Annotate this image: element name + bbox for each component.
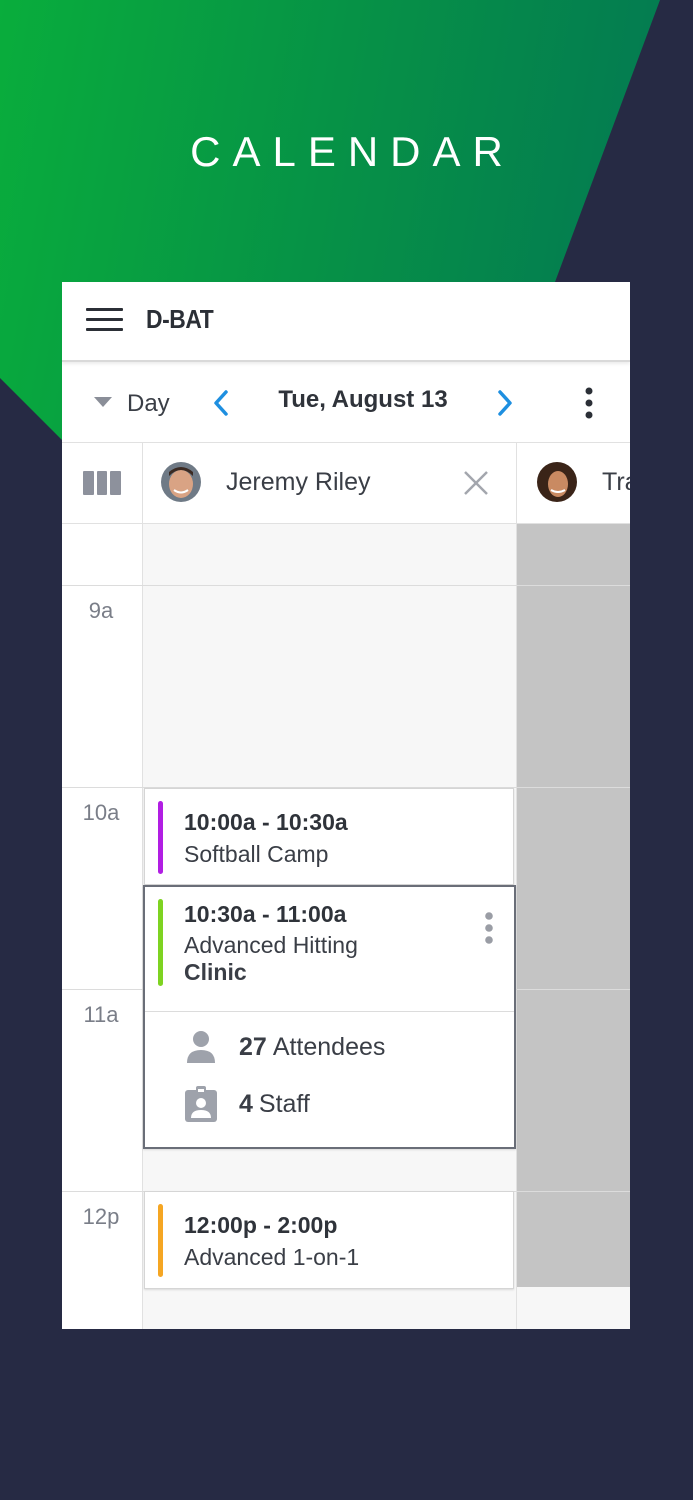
hour-label: 10a xyxy=(82,800,120,825)
more-vertical-icon[interactable] xyxy=(582,386,596,420)
close-icon[interactable] xyxy=(463,470,489,496)
event-card[interactable]: 10:00a - 10:30a Softball Camp xyxy=(144,788,514,885)
caret-down-icon xyxy=(94,397,112,407)
event-title-line2: Clinic xyxy=(184,959,247,985)
event-title: Softball Camp xyxy=(184,841,329,867)
event-title: Advanced Hitting Clinic xyxy=(184,932,358,986)
person-icon xyxy=(187,1031,215,1063)
event-color-bar xyxy=(158,801,163,874)
divider xyxy=(145,1011,514,1012)
event-title: Advanced 1-on-1 xyxy=(184,1244,360,1270)
staff-count: 4 xyxy=(239,1089,253,1118)
current-date[interactable]: Tue, August 13 xyxy=(242,386,484,414)
columns-icon[interactable] xyxy=(83,471,122,495)
staff-name: Jeremy Riley xyxy=(226,468,371,496)
event-color-bar xyxy=(158,899,163,986)
chevron-right-icon[interactable] xyxy=(492,388,516,418)
staff-row: 4 Staff xyxy=(185,1086,310,1122)
staff-column-footer xyxy=(517,1287,630,1329)
view-mode-dropdown[interactable]: Day xyxy=(94,386,170,422)
hour-label: 11a xyxy=(83,1002,119,1027)
hamburger-menu-icon[interactable] xyxy=(86,308,123,332)
attendees-label: Attendees xyxy=(272,1032,386,1061)
staff-name: Tra xyxy=(602,468,630,496)
attendees-row: 27 Attendees xyxy=(185,1029,385,1065)
staff-column-unavailable xyxy=(517,524,630,1287)
more-vertical-icon[interactable] xyxy=(484,911,494,945)
event-card[interactable]: 12:00p - 2:00p Advanced 1-on-1 xyxy=(144,1191,514,1289)
avatar xyxy=(537,462,577,502)
hero-title: CALENDAR xyxy=(190,128,515,175)
event-card-expanded[interactable]: 10:30a - 11:00a Advanced Hitting Clinic … xyxy=(143,885,516,1149)
date-toolbar: Day Tue, August 13 xyxy=(62,362,630,443)
staff-label: Staff xyxy=(258,1089,310,1118)
avatar xyxy=(161,462,201,502)
event-title-line1: Advanced Hitting xyxy=(184,932,358,958)
hour-label: 12p xyxy=(82,1204,120,1229)
day-schedule-grid: 9a 10a 11a 12p 10:00a - 10:30a Softball … xyxy=(62,524,630,1329)
badge-icon xyxy=(185,1086,217,1122)
event-color-bar xyxy=(158,1204,163,1277)
attendees-count: 27 xyxy=(239,1032,267,1061)
brand-title: D-BAT xyxy=(146,304,214,334)
app-header: D-BAT xyxy=(62,282,630,362)
staff-header: Jeremy Riley Tra xyxy=(62,442,630,524)
app-screen: D-BAT Day Tue, August 13 Jeremy Riley Tr… xyxy=(62,282,630,1329)
event-time: 10:30a - 11:00a xyxy=(184,901,347,927)
view-mode-label: Day xyxy=(127,390,170,417)
chevron-left-icon[interactable] xyxy=(210,388,234,418)
event-time: 12:00p - 2:00p xyxy=(184,1212,338,1238)
event-time: 10:00a - 10:30a xyxy=(184,809,348,835)
hour-label: 9a xyxy=(88,598,114,623)
